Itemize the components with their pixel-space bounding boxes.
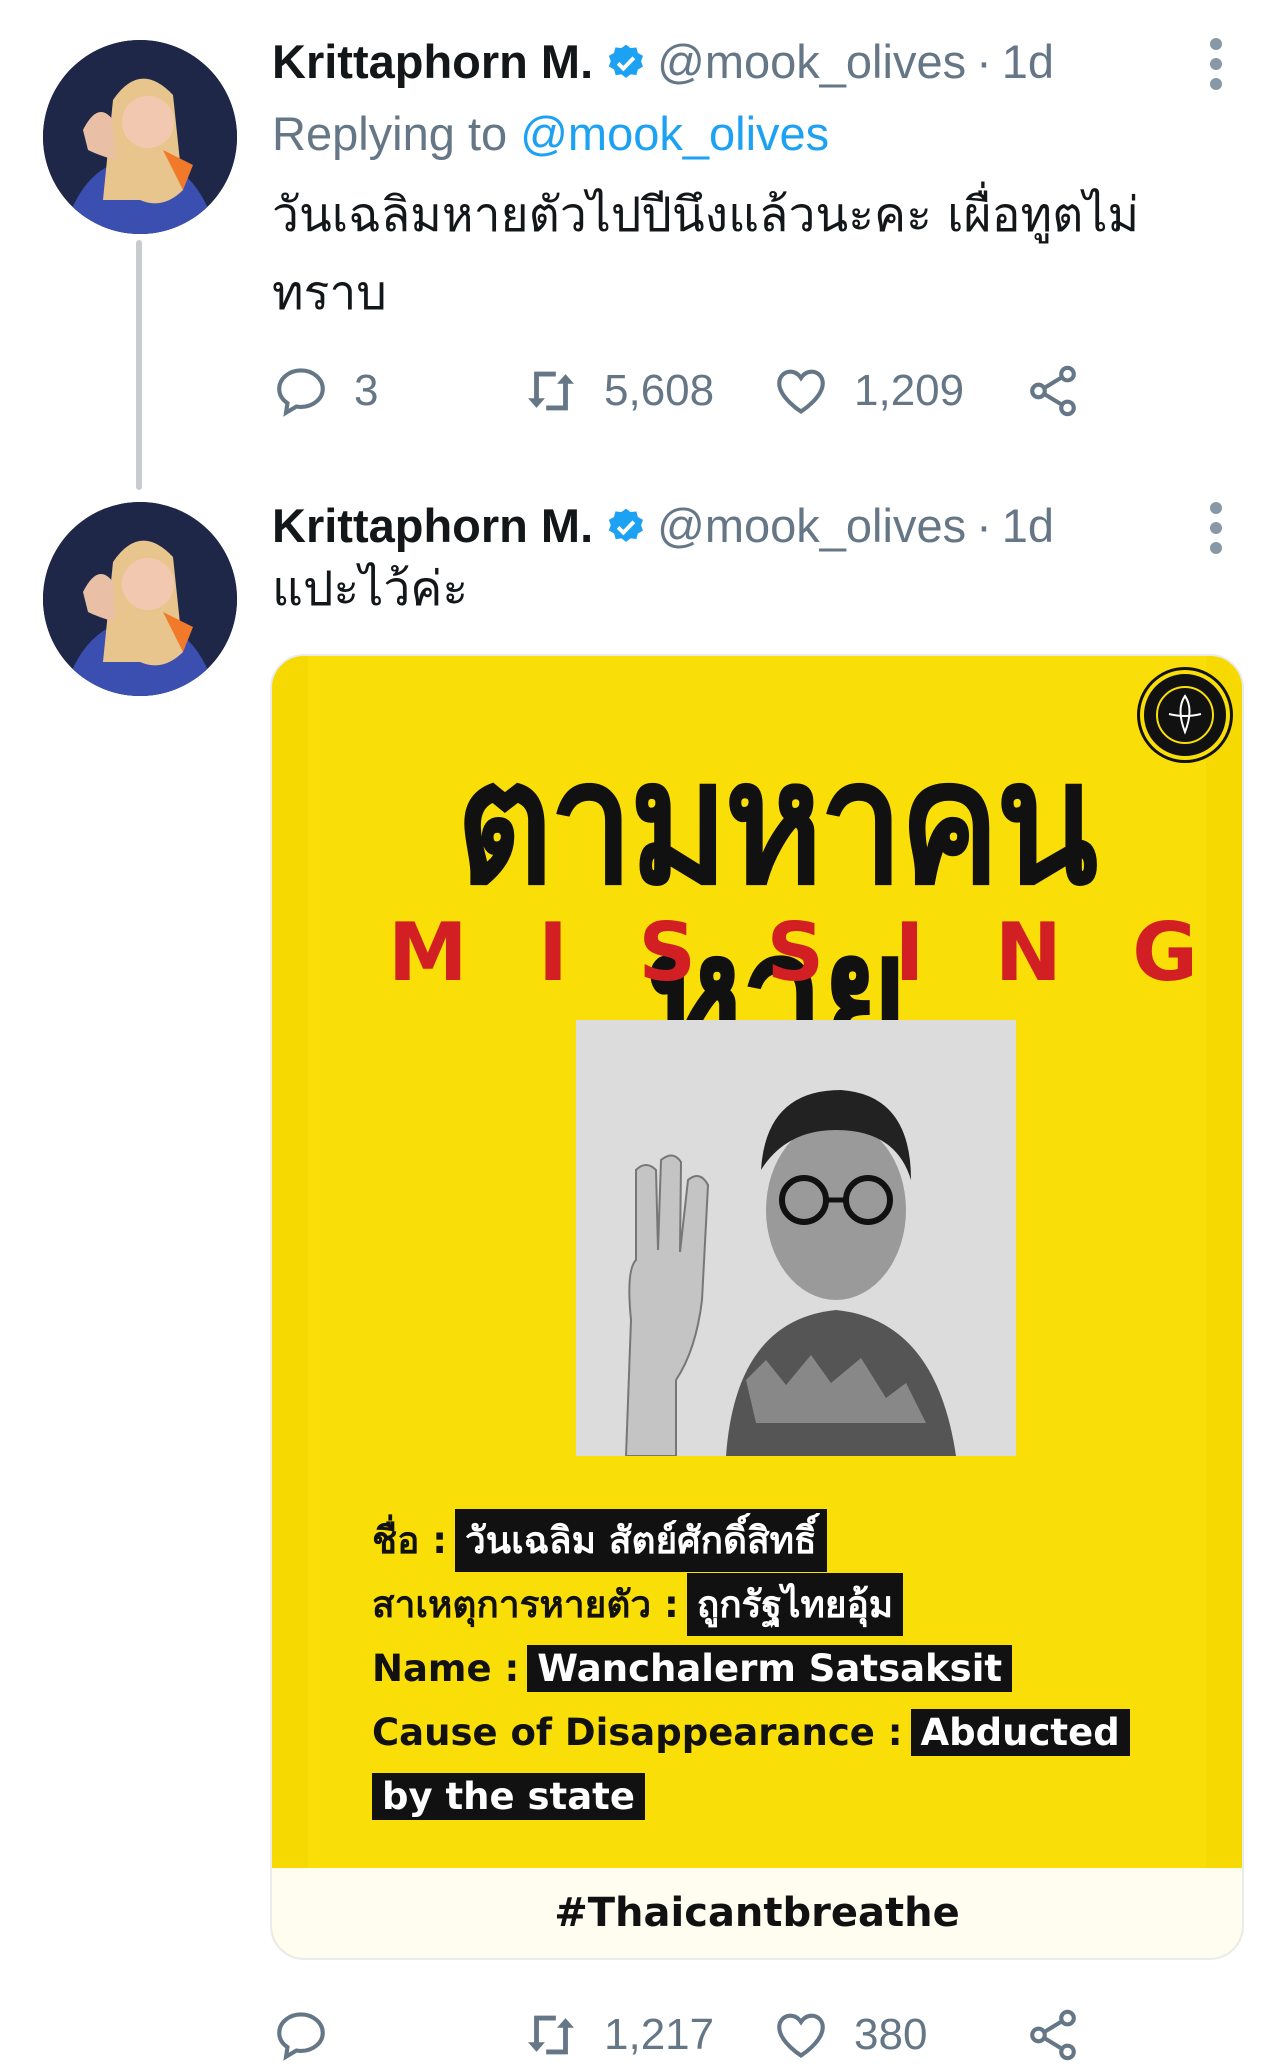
info-row: สาเหตุการหายตัว : ถูกรัฐไทยอุ้ม (372, 1572, 1192, 1636)
info-row: Cause of Disappearance : Abducted (372, 1700, 1192, 1764)
retweet-icon (528, 2015, 574, 2055)
retweet-icon (528, 371, 574, 411)
missing-letter: N (994, 906, 1062, 999)
retweet-count: 1,217 (604, 2010, 715, 2059)
display-name[interactable]: Krittaphorn M. (272, 498, 593, 553)
share-icon (1030, 365, 1076, 417)
missing-letter: I (538, 906, 568, 999)
missing-person-photo (576, 1020, 1016, 1456)
reply-button[interactable] (272, 2000, 354, 2070)
display-name[interactable]: Krittaphorn M. (272, 34, 593, 89)
replying-prefix: Replying to (272, 107, 508, 160)
retweet-button[interactable]: 1,217 (522, 2000, 714, 2070)
reply-count: 3 (354, 366, 379, 415)
missing-poster: ตามหาคนหาย M I S S I N G ชื่อ: วันเฉลิม… (308, 656, 1230, 1868)
info-value: Abducted (910, 1708, 1130, 1756)
media-image[interactable]: ตามหาคนหาย M I S S I N G ชื่อ: วันเฉลิม… (270, 654, 1244, 1960)
info-label: Name : (372, 1646, 520, 1690)
like-count: 380 (854, 2010, 928, 2059)
info-value: วันเฉลิม สัตย์ศักดิ์สิทธิ์ (455, 1508, 827, 1572)
more-vertical-icon[interactable] (1210, 30, 1224, 98)
handle[interactable]: @mook_olives (657, 34, 966, 89)
info-row: Name : Wanchalerm Satsaksit (372, 1636, 1192, 1700)
tweet-2: Krittaphorn M. @mook_olives · 1d แปะไว้ค… (0, 490, 1280, 2064)
replying-to-link[interactable]: @mook_olives (520, 107, 829, 160)
poster-footer: #Thaicantbreathe (272, 1868, 1242, 1958)
info-label: Cause of Disappearance : (372, 1710, 903, 1754)
share-button[interactable] (1024, 356, 1106, 426)
info-row: ชื่อ : วันเฉลิม สัตย์ศักดิ์สิทธิ์ (372, 1508, 1192, 1572)
like-icon (777, 2013, 825, 2058)
handle[interactable]: @mook_olives (657, 498, 966, 553)
reply-icon (277, 2012, 325, 2061)
info-value: ถูกรัฐไทยอุ้ม (686, 1572, 904, 1636)
reply-button[interactable]: 3 (272, 356, 378, 426)
reply-icon (277, 368, 325, 417)
retweet-count: 5,608 (604, 366, 715, 415)
separator-dot: · (976, 498, 992, 552)
like-button[interactable]: 1,209 (772, 356, 964, 426)
info-row: by the state (372, 1764, 1192, 1828)
retweet-button[interactable]: 5,608 (522, 356, 714, 426)
missing-letter: I (894, 906, 925, 999)
missing-word: M I S S I N G (388, 906, 1198, 999)
like-button[interactable]: 380 (772, 2000, 927, 2070)
thread-line (136, 240, 142, 490)
like-count: 1,209 (854, 366, 965, 415)
missing-letter: G (1132, 906, 1198, 999)
tweet-text: แปะไว้ค่ะ (272, 561, 469, 617)
tweet-1: Krittaphorn M. @mook_olives · 1d Replyin… (0, 0, 1280, 490)
replying-to: Replying to @mook_olives (272, 106, 829, 161)
tweet-text: วันเฉลิมหายตัวไปปีนึงแล้วนะคะ เผื่อทูตไม… (272, 187, 1140, 321)
missing-letter: M (388, 906, 468, 999)
info-label: สาเหตุการหายตัว : (372, 1582, 679, 1626)
avatar[interactable] (43, 502, 237, 696)
separator-dot: · (976, 34, 992, 88)
info-value: Wanchalerm Satsaksit (527, 1644, 1013, 1692)
verified-badge-icon (605, 504, 647, 546)
poster-info: ชื่อ : วันเฉลิม สัตย์ศักดิ์สิทธิ์ สาเหตุ… (372, 1508, 1192, 1828)
missing-letter: S (766, 906, 825, 999)
timestamp[interactable]: 1d (1002, 498, 1054, 553)
missing-letter: S (638, 906, 696, 999)
poster-hashtag: #Thaicantbreathe (554, 1890, 960, 1936)
like-icon (777, 369, 825, 414)
avatar[interactable] (43, 40, 237, 234)
share-icon (1030, 2009, 1076, 2061)
tweet-header: Krittaphorn M. @mook_olives · 1d (272, 26, 1054, 96)
info-label: ชื่อ : (372, 1518, 448, 1562)
info-value: by the state (372, 1772, 645, 1820)
share-button[interactable] (1024, 2000, 1106, 2070)
timestamp[interactable]: 1d (1002, 34, 1054, 89)
verified-badge-icon (605, 40, 647, 82)
